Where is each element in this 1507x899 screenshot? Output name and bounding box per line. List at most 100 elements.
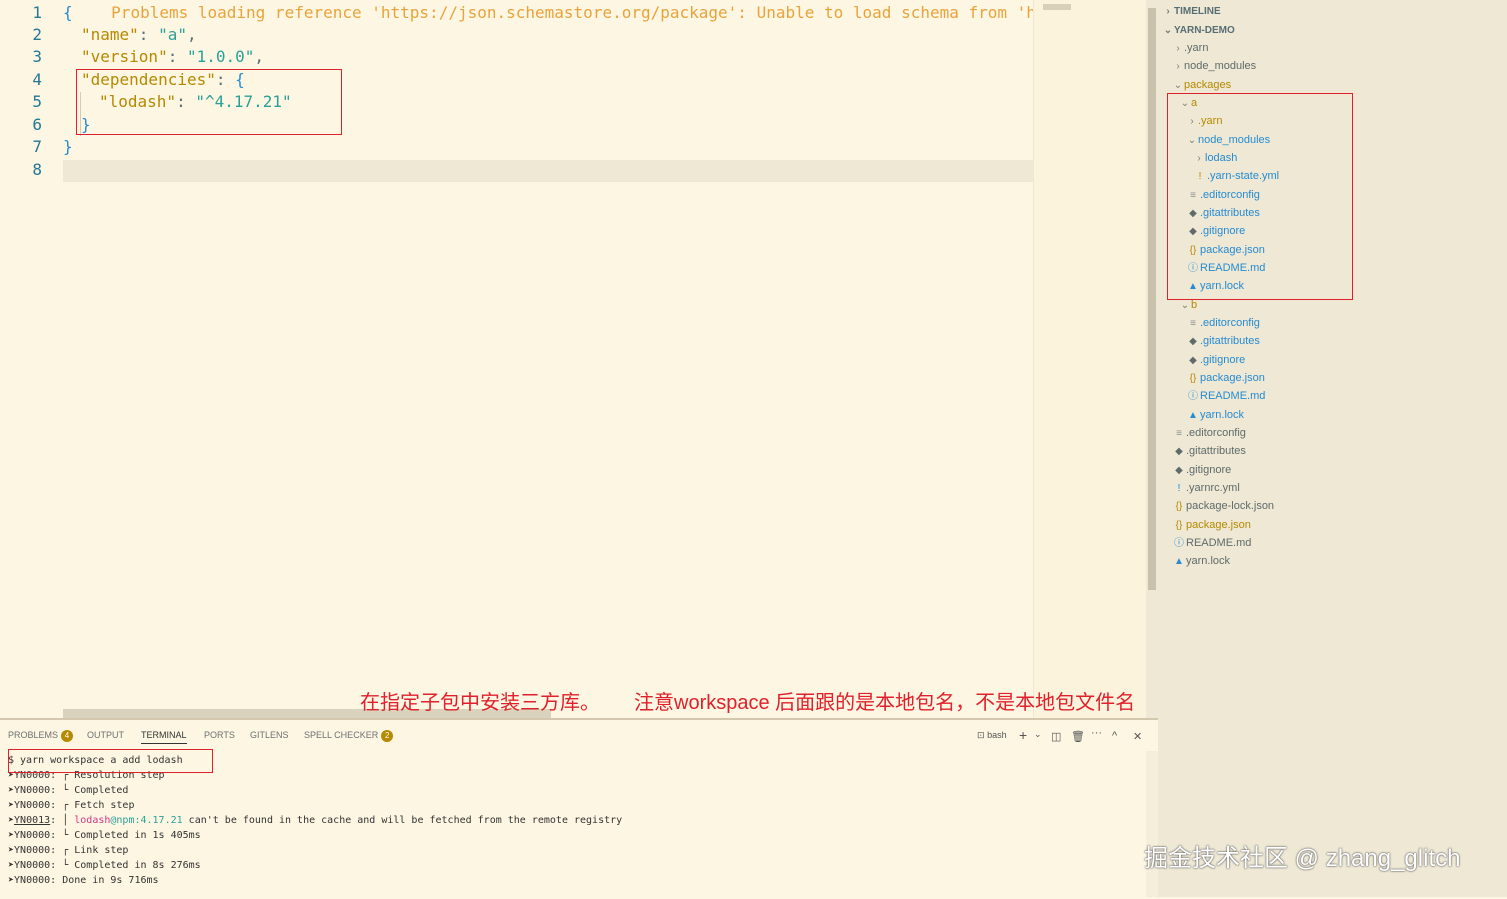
code-line-3[interactable]: "version": "1.0.0",: [81, 46, 264, 68]
config-file-icon: ≡: [1190, 318, 1196, 329]
package-name: lodash: [74, 815, 111, 826]
kill-terminal-button[interactable]: 🗑: [1071, 730, 1085, 743]
highlight-box-command: [8, 749, 213, 773]
tree-item-file[interactable]: {} package.json: [1172, 516, 1251, 534]
json-file-icon: {}: [1189, 373, 1197, 384]
line-number: 3: [32, 47, 42, 66]
json-file-icon: {}: [1175, 520, 1183, 531]
spell-count-badge: 2: [381, 730, 394, 742]
json-key: "version": [81, 47, 168, 66]
annotation-right: 注意workspace 后面跟的是本地包名，不是本地包文件名: [634, 692, 1136, 714]
code-line-7[interactable]: }: [63, 136, 73, 158]
timeline-section-header[interactable]: › TIMELINE: [1162, 6, 1220, 17]
tree-item-file[interactable]: ! .yarnrc.yml: [1172, 479, 1240, 497]
close-icon: ✕: [1133, 731, 1143, 743]
json-value: "1.0.0": [186, 47, 255, 66]
git-file-icon: ◆: [1175, 446, 1183, 457]
terminal-dropdown-button[interactable]: ⌄: [1034, 729, 1042, 740]
chevron-down-icon: ⌄: [1034, 729, 1042, 739]
chevron-right-icon: ›: [1176, 61, 1180, 72]
ellipsis-icon: ···: [1091, 727, 1102, 739]
minimap[interactable]: [1033, 0, 1146, 718]
annotation-left: 在指定子包中安装三方库。: [360, 692, 600, 714]
open-brace: {: [63, 3, 73, 22]
tree-item-file[interactable]: ⓘ README.md: [1172, 534, 1251, 552]
json-value: "a": [158, 25, 187, 44]
terminal-line: ➤YN0000: └ Completed in 8s 276ms: [8, 860, 201, 871]
chevron-down-icon: ⌄: [1163, 25, 1173, 36]
tree-item-file[interactable]: ⓘ README.md: [1186, 387, 1265, 405]
config-file-icon: ≡: [1176, 428, 1182, 439]
chevron-right-icon: ›: [1176, 43, 1180, 54]
tree-item-file[interactable]: ≡ .editorconfig: [1172, 424, 1246, 442]
terminal-line: ➤YN0000: ┌ Fetch step: [8, 800, 135, 811]
line-number: 6: [32, 115, 42, 134]
tab-ports[interactable]: PORTS: [204, 730, 235, 740]
tree-item-file[interactable]: {} package-lock.json: [1172, 497, 1274, 515]
tree-item-file[interactable]: ◆ .gitignore: [1186, 351, 1245, 369]
current-line-highlight: [63, 160, 1033, 182]
line-number: 2: [32, 25, 42, 44]
terminal-line: ➤YN0000: Done in 9s 716ms: [8, 875, 159, 886]
plus-icon: +: [1019, 727, 1028, 743]
tree-item-file[interactable]: ◆ .gitattributes: [1186, 332, 1260, 350]
editor-scroll-thumb[interactable]: [1148, 8, 1156, 590]
info-icon: ⓘ: [1174, 538, 1184, 549]
close-panel-button[interactable]: ✕: [1133, 730, 1142, 743]
git-file-icon: ◆: [1189, 355, 1197, 366]
project-section-header[interactable]: ⌄ YARN-DEMO: [1162, 25, 1235, 36]
line-number: 8: [32, 160, 42, 179]
terminal-shell-selector[interactable]: ⊡ bash: [977, 730, 1007, 741]
highlight-box-dependencies: [76, 69, 342, 135]
tree-item-file[interactable]: {} package.json: [1186, 369, 1265, 387]
watermark: 掘金技术社区 @ zhang_glitch: [1144, 845, 1461, 872]
tab-problems[interactable]: PROBLEMS 4: [8, 730, 74, 742]
split-icon: ◫: [1051, 731, 1062, 743]
code-line-1[interactable]: { Problems loading reference 'https://js…: [63, 2, 1084, 24]
maximize-panel-button[interactable]: ^: [1112, 730, 1117, 742]
git-file-icon: ◆: [1189, 336, 1197, 347]
more-actions-button[interactable]: ···: [1091, 727, 1102, 739]
tab-output[interactable]: OUTPUT: [87, 730, 124, 740]
tree-item-file[interactable]: ▲ yarn.lock: [1172, 552, 1230, 570]
terminal-line: ➤YN0000: └ Completed: [8, 785, 129, 796]
terminal-scrollbar[interactable]: [1146, 751, 1158, 897]
yarn-icon: ▲: [1188, 410, 1198, 421]
tab-terminal[interactable]: TERMINAL: [141, 730, 187, 744]
tab-spell-checker[interactable]: SPELL CHECKER 2: [304, 730, 394, 742]
tree-item-folder[interactable]: ⌄ packages: [1172, 76, 1231, 94]
tree-item-file[interactable]: ◆ .gitignore: [1172, 461, 1231, 479]
git-file-icon: ◆: [1175, 465, 1183, 476]
minimap-preview: [1043, 4, 1071, 10]
terminal-icon: ⊡: [977, 730, 985, 740]
tree-item-folder[interactable]: › .yarn: [1172, 39, 1208, 57]
chevron-up-icon: ^: [1112, 730, 1118, 742]
tab-gitlens[interactable]: GITLENS: [250, 730, 289, 740]
tree-item-folder[interactable]: › node_modules: [1172, 57, 1256, 75]
line-number: 5: [32, 92, 42, 111]
json-file-icon: {}: [1175, 501, 1183, 512]
problems-count-badge: 4: [61, 730, 74, 742]
terminal-line: ➤YN0000: └ Completed in 1s 405ms: [8, 830, 201, 841]
info-icon: ⓘ: [1188, 391, 1198, 402]
line-number: 7: [32, 137, 42, 156]
code-editor[interactable]: 1 2 3 4 5 6 7 8 { Problems loading refer…: [0, 0, 1158, 718]
tree-item-file[interactable]: ▲ yarn.lock: [1186, 406, 1244, 424]
package-version: 4.17.21: [140, 815, 183, 826]
new-terminal-button[interactable]: +: [1019, 727, 1027, 743]
trash-icon: 🗑: [1071, 731, 1085, 743]
schema-warning: Problems loading reference 'https://json…: [111, 3, 1085, 22]
line-number: 1: [32, 3, 42, 22]
yarn-icon: ▲: [1174, 556, 1184, 567]
terminal-line: ➤YN0000: ┌ Link step: [8, 845, 129, 856]
terminal-line: ➤YN0013: │ lodash@npm:4.17.21 can't be f…: [8, 815, 623, 826]
highlight-box-package-a: [1167, 93, 1353, 300]
json-key: "name": [81, 25, 139, 44]
chevron-right-icon: ›: [1166, 6, 1170, 17]
split-terminal-button[interactable]: ◫: [1051, 730, 1061, 743]
code-line-2[interactable]: "name": "a",: [81, 24, 197, 46]
line-number: 4: [32, 70, 42, 89]
tree-item-file[interactable]: ◆ .gitattributes: [1172, 442, 1246, 460]
tree-item-file[interactable]: ≡ .editorconfig: [1186, 314, 1260, 332]
yaml-warning-icon: !: [1177, 483, 1181, 494]
